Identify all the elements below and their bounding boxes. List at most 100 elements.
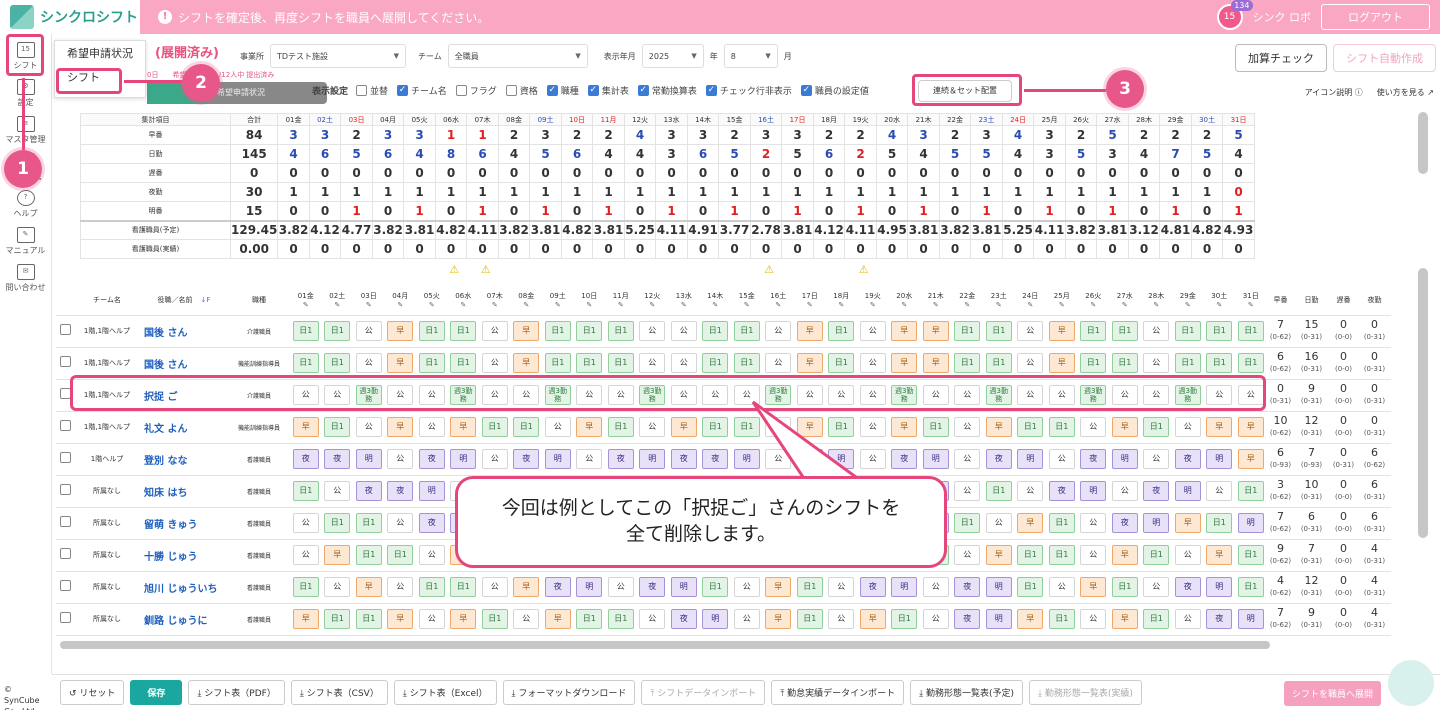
- shift-badge[interactable]: 日1: [355, 545, 382, 565]
- shift-badge[interactable]: 公: [576, 385, 603, 405]
- summary-scrollbar[interactable]: [1418, 112, 1428, 174]
- shift-badge[interactable]: 日1: [481, 417, 508, 437]
- shift-badge[interactable]: 公: [355, 353, 382, 373]
- shift-badge[interactable]: 夜: [292, 449, 319, 469]
- pencil-icon[interactable]: ✎: [700, 301, 732, 309]
- shift-badge[interactable]: 日1: [324, 353, 351, 373]
- shift-badge[interactable]: 公: [355, 417, 382, 437]
- shift-badge[interactable]: 明: [1237, 609, 1264, 629]
- pencil-icon[interactable]: ✎: [322, 301, 354, 309]
- sidebar-item-1[interactable]: ⚙ 設定: [0, 79, 51, 108]
- shift-badge[interactable]: 早: [1237, 449, 1264, 469]
- shift-badge[interactable]: 公: [1143, 577, 1170, 597]
- shift-badge[interactable]: 日1: [418, 353, 445, 373]
- staff-name[interactable]: 留萌 きゅう: [140, 507, 228, 540]
- roster-day-header[interactable]: 17日 ✎: [794, 285, 826, 316]
- shift-badge[interactable]: 日1: [922, 417, 949, 437]
- checkbox-icon[interactable]: [455, 85, 467, 96]
- row-checkbox[interactable]: [59, 324, 71, 335]
- shift-badge[interactable]: 公: [607, 577, 634, 597]
- shift-badge[interactable]: 早: [450, 417, 477, 437]
- auto-shift-button[interactable]: シフト自動作成: [1333, 44, 1436, 72]
- shift-badge[interactable]: 明: [639, 449, 666, 469]
- row-checkbox[interactable]: [59, 420, 71, 431]
- attendance-import-button[interactable]: ⤒ 勤怠実績データインポート: [771, 680, 905, 705]
- shift-badge[interactable]: 日1: [355, 609, 382, 629]
- shift-badge[interactable]: 日1: [1143, 545, 1170, 565]
- shift-badge[interactable]: 公: [418, 609, 445, 629]
- pencil-icon[interactable]: ✎: [857, 301, 889, 309]
- shift-badge[interactable]: 週3勤務: [1174, 385, 1201, 405]
- pencil-icon[interactable]: ✎: [479, 301, 511, 309]
- shift-badge[interactable]: 早: [891, 321, 918, 341]
- shift-badge[interactable]: 日1: [292, 481, 319, 501]
- shift-badge[interactable]: 日1: [1017, 545, 1044, 565]
- shift-badge[interactable]: 週3勤務: [355, 385, 382, 405]
- checkbox-icon[interactable]: ✓: [546, 85, 558, 96]
- shift-badge[interactable]: 日1: [702, 321, 729, 341]
- pencil-icon[interactable]: ✎: [1078, 301, 1110, 309]
- shift-badge[interactable]: 公: [1017, 353, 1044, 373]
- shift-badge[interactable]: 早: [544, 609, 571, 629]
- shift-badge[interactable]: 日1: [796, 609, 823, 629]
- shift-badge[interactable]: 早: [513, 321, 540, 341]
- shift-badge[interactable]: 日1: [1143, 609, 1170, 629]
- shift-badge[interactable]: 日1: [1048, 417, 1075, 437]
- shift-badge[interactable]: 明: [891, 577, 918, 597]
- shift-badge[interactable]: 週3勤務: [891, 385, 918, 405]
- shift-badge[interactable]: 明: [922, 449, 949, 469]
- pencil-icon[interactable]: ✎: [542, 301, 574, 309]
- shift-badge[interactable]: 早: [765, 577, 792, 597]
- shift-badge[interactable]: 日1: [1017, 417, 1044, 437]
- shift-badge[interactable]: 公: [1143, 353, 1170, 373]
- shift-badge[interactable]: 明: [985, 577, 1012, 597]
- roster-day-header[interactable]: 05火 ✎: [416, 285, 448, 316]
- shift-badge[interactable]: 夜: [985, 449, 1012, 469]
- pencil-icon[interactable]: ✎: [1015, 301, 1047, 309]
- pencil-icon[interactable]: ✎: [1172, 301, 1204, 309]
- sidebar-item-5[interactable]: ✎ マニュアル: [0, 227, 51, 256]
- shift-badge[interactable]: 早: [891, 353, 918, 373]
- shift-badge[interactable]: 日1: [1017, 577, 1044, 597]
- pencil-icon[interactable]: ✎: [889, 301, 921, 309]
- shift-badge[interactable]: 公: [670, 353, 697, 373]
- shift-badge[interactable]: 夜: [607, 449, 634, 469]
- shift-badge[interactable]: 早: [1174, 513, 1201, 533]
- shift-badge[interactable]: 日1: [607, 353, 634, 373]
- shift-badge[interactable]: 夜: [670, 609, 697, 629]
- checkbox-icon[interactable]: ✓: [587, 85, 599, 96]
- shift-badge[interactable]: 日1: [450, 321, 477, 341]
- shift-badge[interactable]: 早: [1206, 417, 1233, 437]
- shift-badge[interactable]: 早: [1048, 353, 1075, 373]
- display-option-7[interactable]: ✓ チェック行非表示: [705, 84, 792, 97]
- shift-badge[interactable]: 公: [418, 385, 445, 405]
- shift-badge[interactable]: 日1: [733, 353, 760, 373]
- shift-badge[interactable]: 日1: [1143, 417, 1170, 437]
- shift-badge[interactable]: 明: [1143, 513, 1170, 533]
- roster-day-header[interactable]: 30土 ✎: [1203, 285, 1235, 316]
- shift-badge[interactable]: 日1: [324, 513, 351, 533]
- checkbox-icon[interactable]: [505, 85, 517, 96]
- sidebar-item-2[interactable]: ≡ マスタ管理: [0, 116, 51, 145]
- shift-badge[interactable]: 公: [576, 449, 603, 469]
- shift-badge[interactable]: 公: [324, 577, 351, 597]
- shift-badge[interactable]: 明: [576, 577, 603, 597]
- roster-day-header[interactable]: 24日 ✎: [1014, 285, 1047, 316]
- staff-name[interactable]: 登別 なな: [140, 443, 228, 476]
- shift-badge[interactable]: 早: [1017, 609, 1044, 629]
- shift-badge[interactable]: 日1: [450, 353, 477, 373]
- shift-badge[interactable]: 公: [1017, 481, 1044, 501]
- staff-name[interactable]: 国後 さん: [140, 315, 228, 348]
- shift-badge[interactable]: 公: [1080, 609, 1107, 629]
- export-csv-button[interactable]: ⤓ シフト表（CSV）: [290, 680, 388, 705]
- shift-badge[interactable]: 夜: [544, 577, 571, 597]
- shift-badge[interactable]: 公: [639, 321, 666, 341]
- shift-badge[interactable]: 早: [324, 545, 351, 565]
- shift-badge[interactable]: 日1: [607, 321, 634, 341]
- shift-badge[interactable]: 明: [1111, 449, 1138, 469]
- shift-badge[interactable]: 日1: [702, 353, 729, 373]
- shift-badge[interactable]: 早: [387, 417, 414, 437]
- shift-badge[interactable]: 週3勤務: [985, 385, 1012, 405]
- pencil-icon[interactable]: ✎: [1046, 301, 1078, 309]
- shift-badge[interactable]: 公: [1174, 545, 1201, 565]
